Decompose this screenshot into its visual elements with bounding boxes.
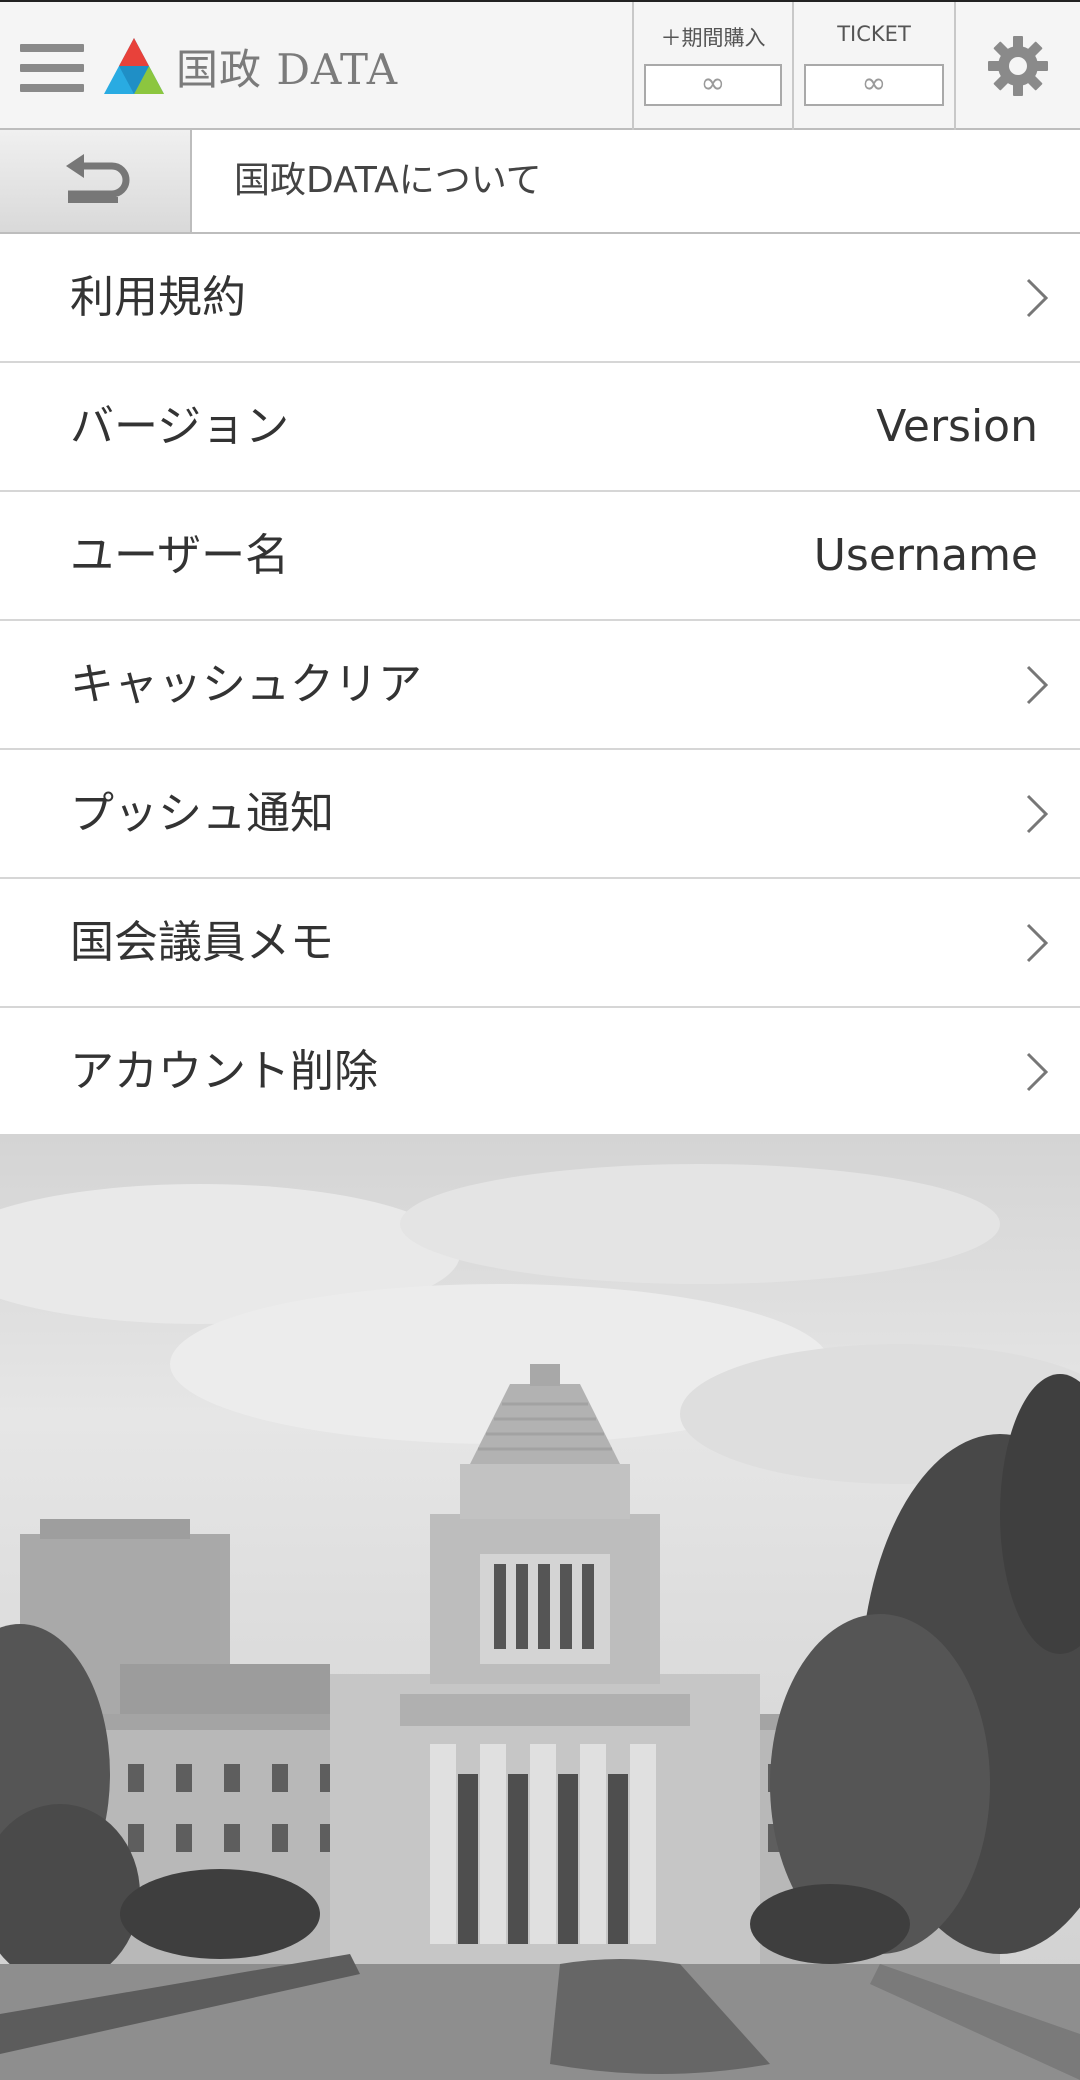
- list-item-label: 国会議員メモ: [70, 917, 334, 968]
- period-purchase-value: ∞: [644, 64, 782, 106]
- list-item-version: バージョン Version: [0, 363, 1080, 492]
- chevron-right-icon: [1026, 794, 1048, 834]
- version-value: Version: [876, 401, 1038, 452]
- list-item-diet-member-memo[interactable]: 国会議員メモ: [0, 879, 1080, 1008]
- list-item-username: ユーザー名 Username: [0, 492, 1080, 621]
- logo-triangle-icon: [104, 38, 164, 94]
- chevron-right-icon: [1026, 1052, 1048, 1092]
- app-header: 国政 DATA ＋期間購入 ∞ TICKET ∞: [0, 0, 1080, 130]
- logo-text: 国政 DATA: [176, 44, 399, 94]
- ticket-button[interactable]: TICKET ∞: [792, 2, 954, 130]
- hamburger-menu-icon[interactable]: [20, 44, 84, 92]
- list-item-label: キャッシュクリア: [70, 659, 422, 710]
- period-purchase-label: ＋期間購入: [660, 26, 766, 50]
- list-item-label: アカウント削除: [70, 1046, 378, 1097]
- diet-building-illustration: [0, 1164, 1080, 2080]
- chevron-right-icon: [1026, 665, 1048, 705]
- app-logo[interactable]: 国政 DATA: [102, 34, 398, 98]
- ticket-label: TICKET: [837, 22, 911, 46]
- background-photo: [0, 1134, 1080, 2080]
- list-item-label: バージョン: [70, 401, 290, 452]
- list-item-label: ユーザー名: [70, 530, 290, 581]
- chevron-right-icon: [1026, 278, 1048, 318]
- list-item-label: 利用規約: [70, 272, 246, 323]
- page-header: 国政DATAについて: [0, 130, 1080, 234]
- list-item-delete-account[interactable]: アカウント削除: [0, 1008, 1080, 1140]
- list-item-label: プッシュ通知: [70, 788, 334, 839]
- list-item-push-notification[interactable]: プッシュ通知: [0, 750, 1080, 879]
- return-arrow-icon: [66, 154, 130, 203]
- page-title: 国政DATAについて: [234, 160, 542, 201]
- period-purchase-button[interactable]: ＋期間購入 ∞: [632, 2, 792, 130]
- settings-button[interactable]: [954, 2, 1080, 130]
- settings-list: 利用規約 バージョン Version ユーザー名 Username キャッシュク…: [0, 234, 1080, 1140]
- list-item-clear-cache[interactable]: キャッシュクリア: [0, 621, 1080, 750]
- ticket-value: ∞: [804, 64, 944, 106]
- gear-icon: [988, 36, 1048, 96]
- list-item-terms-of-use[interactable]: 利用規約: [0, 234, 1080, 363]
- username-value: Username: [813, 530, 1038, 581]
- back-button[interactable]: [0, 130, 192, 232]
- chevron-right-icon: [1026, 923, 1048, 963]
